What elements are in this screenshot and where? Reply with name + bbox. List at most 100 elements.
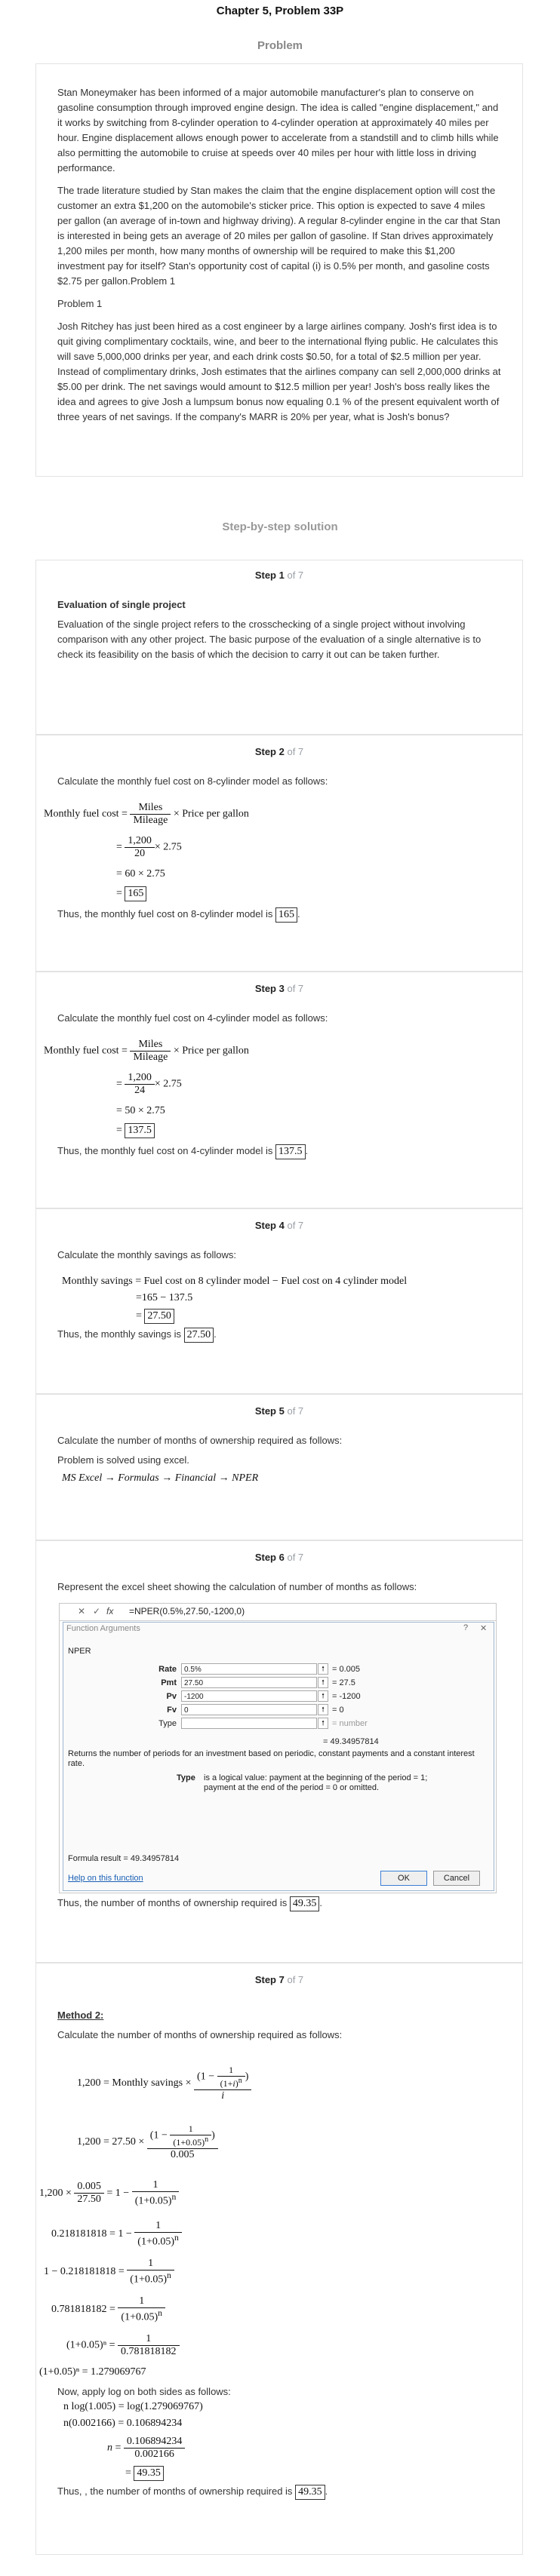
step-6-intro: Represent the excel sheet showing the ca… [57,1581,417,1592]
step-5-text: Problem is solved using excel. [57,1454,189,1466]
equation-line: 1 − 0.218181818 = 1 (1+0.05)n [44,2258,174,2286]
step-2-card: Step 2 of 7 Calculate the monthly fuel c… [35,735,523,972]
collapse-icon[interactable]: 🠕 [318,1690,328,1702]
rearranged-equation: 1,200 × 0.005 27.50 = 1 − 1 (1+0.05)n [39,2179,180,2208]
step-2-intro: Calculate the monthly fuel cost on 8-cyl… [57,775,328,787]
function-name: NPER [68,1647,91,1656]
fx-icon[interactable]: fx [106,1606,113,1617]
close-icon[interactable]: ✕ [480,1623,487,1633]
step-3-conclusion: Thus, the monthly fuel cost on 4-cylinde… [57,1144,308,1159]
pmt-input[interactable]: 27.50 [181,1677,317,1688]
equation-line: 0.218181818 = 1 − 1 (1+0.05)n [51,2220,182,2249]
step-3-card: Step 3 of 7 Calculate the monthly fuel c… [35,972,523,1208]
step-3-intro: Calculate the monthly fuel cost on 4-cyl… [57,1012,328,1024]
fv-input[interactable]: 0 [181,1704,317,1715]
step-6-conclusion: Thus, the number of months of ownership … [57,1896,322,1911]
fuel-cost-substitution: = 1,200 20 × 2.75 [116,835,182,859]
step-7-title: Step 7 of 7 [254,1974,304,1985]
arg-label-type: Type [158,1719,177,1728]
n-equation: n = 0.106894234 0.002166 [107,2436,186,2461]
collapse-icon[interactable]: 🠕 [318,1677,328,1688]
step-4-conclusion: Thus, the monthly savings is 27.50. [57,1327,217,1343]
confirm-formula-icon[interactable]: ✓ [93,1606,100,1617]
function-result: = 49.34957814 [323,1737,379,1746]
excel-menu-path: MS Excel → Formulas → Financial → NPER [62,1472,259,1484]
type-arg-description: is a logical value: payment at the begin… [204,1773,428,1792]
arg-result: = 0 [332,1706,344,1715]
step-4-intro: Calculate the monthly savings as follows… [57,1249,237,1260]
step-2-conclusion: Thus, the monthly fuel cost on 8-cylinde… [57,907,300,923]
step-7-card: Step 7 of 7 Method 2: Calculate the numb… [35,1963,523,2555]
formula-bar: ✕ ✓ fx =NPER(0.5%,27.50,-1200,0) [60,1604,496,1621]
equation-line: (1+0.05)ⁿ = 1.279069767 [39,2366,146,2378]
function-arguments-dialog: Function Arguments ? ✕ NPER Rate 0.5% 🠕 … [63,1622,494,1891]
step-3-title: Step 3 of 7 [254,983,304,994]
step-6-title: Step 6 of 7 [254,1552,304,1563]
annuity-equation: 1,200 = Monthly savings × (1 − 1 (1+i)n) i [77,2065,252,2102]
rate-input[interactable]: 0.5% [181,1663,317,1675]
arg-result: = 0.005 [332,1665,361,1674]
formula-result: Formula result = 49.34957814 [68,1854,180,1863]
ok-button[interactable]: OK [380,1871,427,1886]
fuel-cost-equation: Monthly fuel cost = Miles Mileage × Price… [44,1039,249,1063]
step-2-title: Step 2 of 7 [254,746,304,757]
step-1-card: Step 1 of 7 Evaluation of single project… [35,560,523,735]
step-7-intro: Calculate the number of months of owners… [57,2029,343,2040]
step-1-text: Evaluation of the single project refers … [57,619,482,660]
step-7-conclusion: Thus, , the number of months of ownershi… [57,2484,328,2500]
arg-label-rate: Rate [158,1665,177,1674]
log-intro: Now, apply log on both sides as follows: [57,2386,231,2397]
collapse-icon[interactable]: 🠕 [318,1718,328,1729]
log-equation: n log(1.005) = log(1.279069767) [63,2401,203,2412]
fuel-cost-result: = 137.5 [116,1123,155,1138]
problem-paragraph: Josh Ritchey has just been hired as a co… [57,321,501,422]
collapse-icon[interactable]: 🠕 [318,1704,328,1715]
type-input[interactable] [181,1718,317,1729]
step-4-title: Step 4 of 7 [254,1220,304,1231]
fuel-cost-result: = 165 [116,886,147,901]
arg-label-pv: Pv [166,1692,177,1701]
chapter-title: Chapter 5, Problem 33P [216,5,344,17]
savings-equation: Monthly savings = Fuel cost on 8 cylinde… [62,1276,408,1287]
arg-result: = 27.5 [332,1678,355,1687]
solution-heading: Step-by-step solution [222,520,338,533]
function-description: Returns the number of periods for an inv… [68,1749,475,1768]
equation-line: (1+0.05)ⁿ = 1 0.781818182 [66,2333,180,2358]
problem-paragraph: Stan Moneymaker has been informed of a m… [57,87,499,173]
step-1-title: Step 1 of 7 [254,570,304,581]
pv-input[interactable]: -1200 [181,1690,317,1702]
type-arg-label: Type [177,1773,195,1782]
annuity-substitution: 1,200 = 27.50 × (1 − 1 (1+0.05)n) 0.005 [77,2123,218,2161]
arg-result: = number [332,1719,368,1728]
dialog-title: Function Arguments [66,1624,140,1633]
arg-result: = -1200 [332,1692,361,1701]
problem-paragraph: The trade literature studied by Stan mak… [57,185,500,287]
method-2-heading: Method 2: [57,2010,104,2021]
collapse-icon[interactable]: 🠕 [318,1663,328,1675]
step-5-intro: Calculate the number of months of owners… [57,1435,343,1446]
cancel-formula-icon[interactable]: ✕ [78,1606,85,1617]
formula-text[interactable]: =NPER(0.5%,27.50,-1200,0) [129,1606,245,1617]
n-result: = 49.35 [125,2466,164,2481]
equation-line: 0.781818182 = 1 (1+0.05)n [51,2295,165,2324]
problem-card: Stan Moneymaker has been informed of a m… [35,63,523,477]
log-equation: n(0.002166) = 0.106894234 [63,2418,183,2429]
problem-paragraph: Problem 1 [57,298,103,309]
page-header: Chapter 5, Problem 33P Problem [0,0,560,62]
help-link[interactable]: Help on this function [68,1874,143,1883]
fuel-cost-line3: = 60 × 2.75 [116,868,165,880]
step-5-title: Step 5 of 7 [254,1405,304,1417]
step-5-card: Step 5 of 7 Calculate the number of mont… [35,1394,523,1540]
fuel-cost-substitution: = 1,200 24 × 2.75 [116,1072,182,1096]
step-4-card: Step 4 of 7 Calculate the monthly saving… [35,1208,523,1394]
step-1-heading: Evaluation of single project [57,599,186,610]
help-icon[interactable]: ? [463,1623,468,1632]
arg-label-fv: Fv [167,1706,177,1715]
cancel-button[interactable]: Cancel [433,1871,480,1886]
excel-screenshot: ✕ ✓ fx =NPER(0.5%,27.50,-1200,0) Functio… [59,1603,497,1893]
arg-label-pmt: Pmt [161,1678,177,1687]
savings-substitution: =165 − 137.5 [136,1292,193,1303]
fuel-cost-equation: Monthly fuel cost = Miles Mileage × Price… [44,802,249,826]
problem-heading: Problem [257,39,303,52]
fuel-cost-line3: = 50 × 2.75 [116,1105,165,1116]
